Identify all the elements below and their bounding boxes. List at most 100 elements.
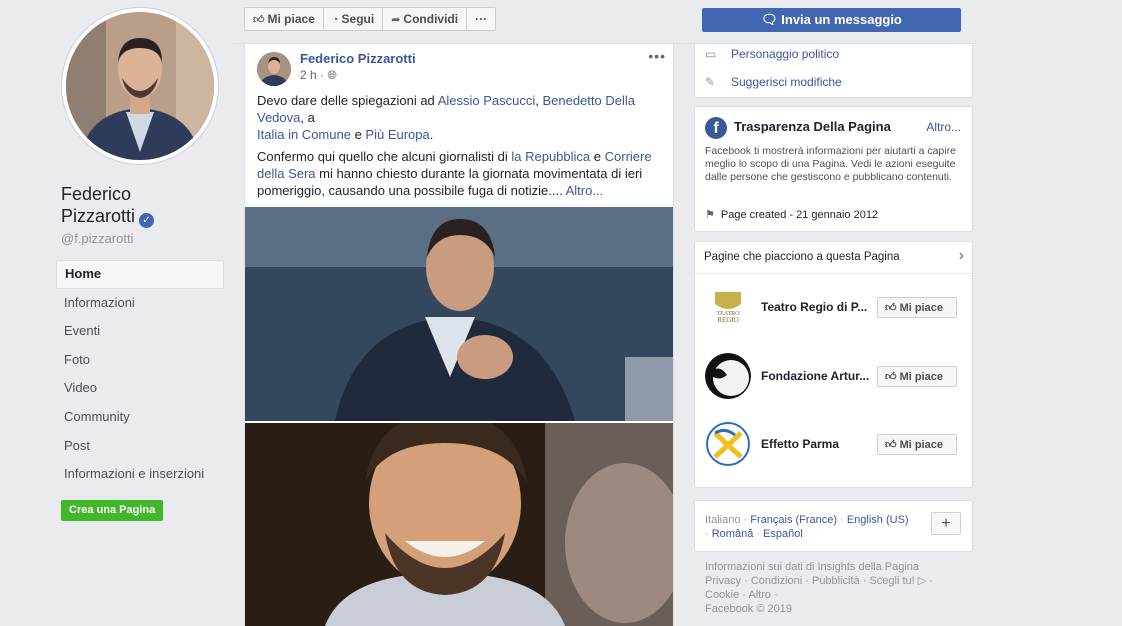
share-arrow-icon: ➦ [391, 14, 401, 26]
transparency-more-link[interactable]: Altro... [926, 120, 961, 134]
nav-item-home[interactable]: Home [56, 260, 224, 289]
nav-item-informazioni[interactable]: Informazioni [56, 289, 224, 318]
thumbs-up-icon: 👍︎ [885, 371, 897, 383]
post-author-name[interactable]: Federico Pizzarotti [300, 51, 416, 66]
language-spanish[interactable]: Español [763, 528, 803, 540]
liked-pages-header[interactable]: Pagine che piacciono a questa Pagina › [695, 242, 972, 274]
effetto-parma-logo[interactable] [705, 421, 751, 467]
chevron-right-icon[interactable]: › [959, 247, 964, 265]
liked-pages-card: Pagine che piacciono a questa Pagina › T… [694, 241, 973, 488]
post-text-segment: Devo dare delle spiegazioni ad [257, 93, 438, 108]
thumbs-up-icon: 👍︎ [253, 14, 265, 26]
nav-item-foto[interactable]: Foto [56, 346, 224, 375]
nav-item-video[interactable]: Video [56, 374, 224, 403]
copyright: Facebook © 2019 [705, 603, 792, 615]
page-action-bar: 👍︎ Mi piace ◔ Segui ➦ Condividi ··· [244, 7, 497, 32]
share-label: Condividi [403, 12, 459, 26]
insights-link[interactable]: Informazioni sui dati di Insights della … [705, 560, 965, 574]
mention-la-repubblica[interactable]: la Repubblica [511, 149, 590, 164]
post-photo-1[interactable] [245, 207, 673, 421]
post-paragraph-1: Devo dare delle spiegazioni ad Alessio P… [257, 92, 667, 143]
language-english[interactable]: English (US) [847, 514, 909, 526]
post-card: Federico Pizzarotti 2 h · 🌐︎ ••• Devo da… [244, 44, 674, 626]
post-author-avatar[interactable] [257, 52, 291, 86]
language-card: Italiano · Français (France) · English (… [694, 500, 973, 552]
share-button[interactable]: ➦ Condividi [382, 7, 468, 31]
post-photo-2[interactable] [245, 423, 673, 626]
profile-avatar[interactable] [62, 8, 218, 164]
liked-pages-title: Pagine che piacciono a questa Pagina [704, 251, 900, 263]
liked-page-name[interactable]: Fondazione Artur... [761, 369, 873, 383]
page-handle[interactable]: @f.pizzarotti [61, 231, 133, 246]
language-romanian[interactable]: Română [712, 528, 754, 540]
post-timestamp[interactable]: 2 h · 🌐︎ [300, 68, 337, 83]
more-actions-icon: ··· [475, 12, 488, 26]
liked-page-name[interactable]: Effetto Parma [761, 437, 873, 451]
follow-button[interactable]: ◔ Segui [322, 7, 384, 31]
separator: · [753, 528, 764, 540]
pencil-icon: ✎ [705, 75, 716, 89]
fondazione-logo[interactable] [705, 353, 751, 399]
like-liked-page-button[interactable]: 👍︎ Mi piace [877, 366, 957, 387]
footer-links-row-2[interactable]: Cookie · Altro · [705, 588, 965, 602]
mention-piu-europa[interactable]: Più Europa [365, 127, 429, 142]
svg-text:REGIO: REGIO [717, 316, 738, 324]
page-footer: Informazioni sui dati di Insights della … [705, 560, 965, 616]
category-row[interactable]: ▭ Personaggio politico [705, 47, 839, 61]
post-text-segment: e [350, 127, 366, 142]
verified-badge-icon: ✓ [139, 213, 155, 228]
liked-page-item: Fondazione Artur... 👍︎ Mi piace [705, 353, 967, 401]
like-label: Mi piace [899, 439, 943, 451]
flag-icon: ⚑ [705, 209, 715, 221]
nav-item-community[interactable]: Community [56, 403, 224, 432]
post-options-icon[interactable]: ••• [648, 48, 666, 64]
footer-links-row-1[interactable]: Privacy · Condizioni · Pubblicità · Sceg… [705, 574, 965, 588]
teatro-regio-logo[interactable]: TEATRO REGIO [705, 284, 751, 330]
like-liked-page-button[interactable]: 👍︎ Mi piace [877, 297, 957, 318]
suggest-edits-row[interactable]: ✎ Suggerisci modifiche [705, 75, 842, 89]
create-page-button[interactable]: Crea una Pagina [61, 500, 164, 521]
mention-alessio-pascucci[interactable]: Alessio Pascucci [438, 93, 536, 108]
nav-item-post[interactable]: Post [56, 432, 224, 461]
like-label: Mi piace [899, 371, 943, 383]
messenger-icon: 🗨︎ [761, 12, 778, 27]
add-language-button[interactable]: + [931, 512, 961, 535]
facebook-logo-icon: f [705, 117, 727, 139]
post-text-segment: , a [300, 110, 315, 125]
follow-label: Segui [341, 12, 375, 26]
like-label: Mi piace [899, 302, 943, 314]
nav-item-eventi[interactable]: Eventi [56, 317, 224, 346]
category-label: Personaggio politico [731, 47, 840, 61]
separator: · [740, 514, 751, 526]
liked-page-item: TEATRO REGIO Teatro Regio di P... 👍︎ Mi … [705, 284, 967, 332]
mention-italia-in-comune[interactable]: Italia in Comune [257, 127, 351, 142]
rss-icon: ◔ [331, 14, 339, 26]
more-actions-button[interactable]: ··· [466, 7, 497, 31]
current-language: Italiano [705, 514, 741, 526]
page-title-line2: Pizzarotti [61, 206, 136, 226]
page-title-line1: Federico [61, 184, 132, 204]
send-message-button[interactable]: 🗨︎ Invia un messaggio [702, 8, 961, 32]
language-list: Italiano · Français (France) · English (… [705, 513, 925, 541]
liked-page-item: Effetto Parma 👍︎ Mi piace [705, 421, 967, 469]
post-body: Devo dare delle spiegazioni ad Alessio P… [257, 92, 667, 204]
nav-item-informazioni-inserzioni[interactable]: Informazioni e inserzioni [56, 460, 224, 489]
thumbs-up-icon: 👍︎ [885, 302, 897, 314]
like-page-button[interactable]: 👍︎ Mi piace [244, 7, 324, 31]
page-created-row: ⚑ Page created - 21 gennaio 2012 [705, 208, 878, 221]
see-more-link[interactable]: Altro... [566, 183, 604, 198]
post-text-segment: e [590, 149, 605, 164]
separator: · [837, 514, 847, 526]
post-text-segment: Confermo qui quello che alcuni giornalis… [257, 149, 512, 164]
language-french[interactable]: Français (France) [750, 514, 837, 526]
page-title[interactable]: Federico Pizzarotti ✓ [61, 183, 211, 228]
liked-page-name[interactable]: Teatro Regio di P... [761, 300, 873, 314]
globe-icon: 🌐︎ [327, 68, 337, 82]
briefcase-icon: ▭ [705, 47, 717, 61]
transparency-title: Trasparenza Della Pagina [734, 119, 891, 134]
page-nav: Home Informazioni Eventi Foto Video Comm… [56, 260, 224, 489]
left-column: Federico Pizzarotti ✓ @f.pizzarotti Home … [0, 0, 232, 626]
profile-photo[interactable] [66, 12, 214, 160]
thumbs-up-icon: 👍︎ [885, 439, 897, 451]
like-liked-page-button[interactable]: 👍︎ Mi piace [877, 434, 957, 455]
